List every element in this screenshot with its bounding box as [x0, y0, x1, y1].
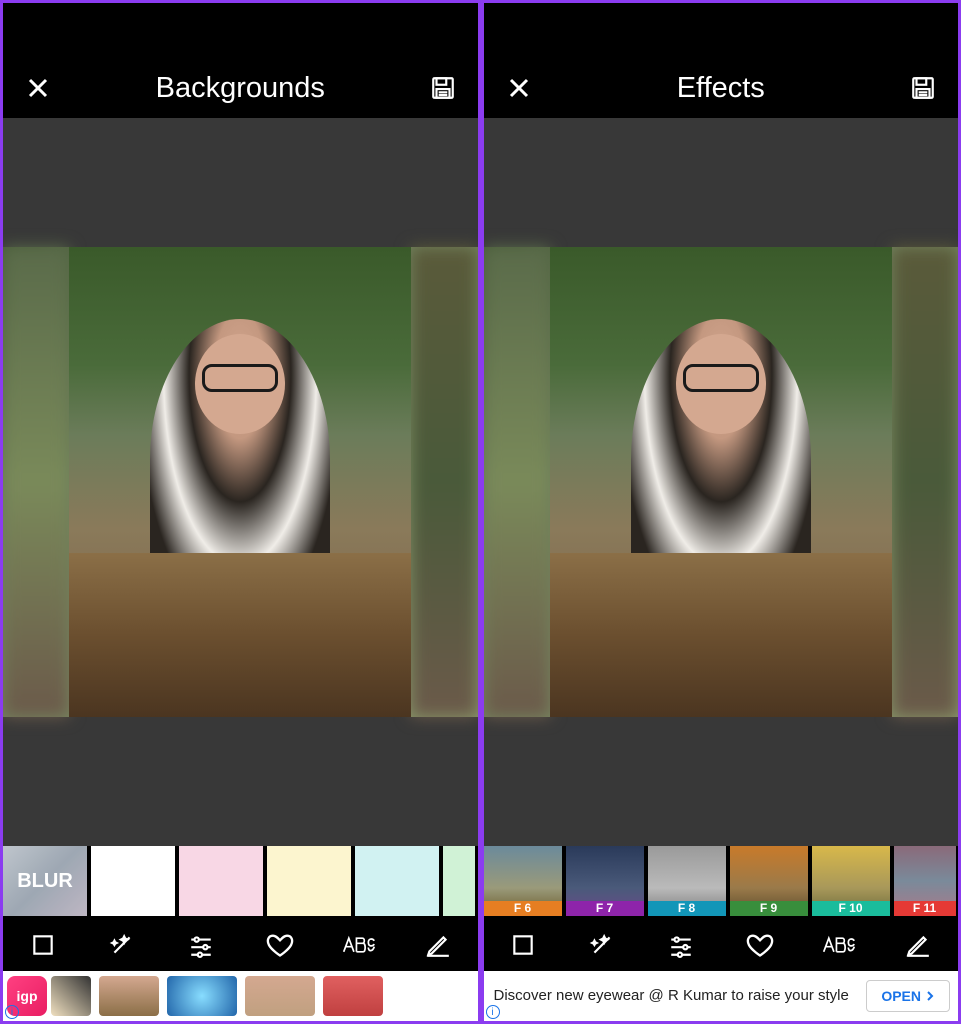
bg-swatch[interactable] — [443, 846, 475, 916]
ad-banner[interactable]: igp i — [3, 971, 478, 1021]
heart-icon[interactable] — [260, 925, 300, 965]
bg-swatch[interactable] — [91, 846, 175, 916]
ad-info-icon[interactable]: i — [5, 1005, 19, 1019]
toolbar — [3, 919, 478, 971]
bg-swatch-blur[interactable]: BLUR — [3, 846, 87, 916]
filter-swatch[interactable]: F 7 — [566, 846, 644, 916]
pen-icon[interactable] — [898, 925, 938, 965]
filter-swatch[interactable]: F 9 — [730, 846, 808, 916]
close-button[interactable] — [502, 71, 536, 105]
effect-options: F 6 F 7 F 8 F 9 F 10 F 11 — [484, 846, 959, 919]
page-title: Effects — [550, 72, 893, 105]
close-button[interactable] — [21, 71, 55, 105]
text-icon[interactable] — [819, 925, 859, 965]
filter-swatch[interactable]: F 8 — [648, 846, 726, 916]
status-bar — [3, 3, 478, 58]
ad-cta-button[interactable]: OPEN — [866, 980, 950, 1012]
bg-swatch[interactable] — [355, 846, 439, 916]
background-options: BLUR — [3, 846, 478, 919]
phone-right-effects: Effects F 6 F 7 F 8 F 9 F 10 F 11 Discov… — [481, 0, 961, 1024]
ad-text: Discover new eyewear @ R Kumar to raise … — [484, 986, 867, 1006]
ad-info-icon[interactable]: i — [486, 1005, 500, 1019]
crop-icon[interactable] — [23, 925, 63, 965]
save-button[interactable] — [906, 71, 940, 105]
ad-banner[interactable]: Discover new eyewear @ R Kumar to raise … — [484, 971, 959, 1021]
save-button[interactable] — [426, 71, 460, 105]
magic-wand-icon[interactable] — [102, 925, 142, 965]
photo — [484, 247, 959, 717]
photo — [3, 247, 478, 717]
toolbar — [484, 919, 959, 971]
bg-swatch[interactable] — [267, 846, 351, 916]
filter-swatch[interactable]: F 6 — [484, 846, 562, 916]
filter-swatch[interactable]: F 11 — [894, 846, 956, 916]
page-title: Backgrounds — [69, 72, 412, 105]
pen-icon[interactable] — [418, 925, 458, 965]
sliders-icon[interactable] — [181, 925, 221, 965]
header: Backgrounds — [3, 58, 478, 118]
phone-left-backgrounds: Backgrounds BLUR igp — [0, 0, 481, 1024]
status-bar — [484, 3, 959, 58]
filter-swatch[interactable]: F 10 — [812, 846, 890, 916]
text-icon[interactable] — [339, 925, 379, 965]
heart-icon[interactable] — [740, 925, 780, 965]
canvas-area[interactable] — [3, 118, 478, 846]
bg-swatch[interactable] — [179, 846, 263, 916]
magic-wand-icon[interactable] — [582, 925, 622, 965]
header: Effects — [484, 58, 959, 118]
canvas-area[interactable] — [484, 118, 959, 846]
crop-icon[interactable] — [503, 925, 543, 965]
sliders-icon[interactable] — [661, 925, 701, 965]
